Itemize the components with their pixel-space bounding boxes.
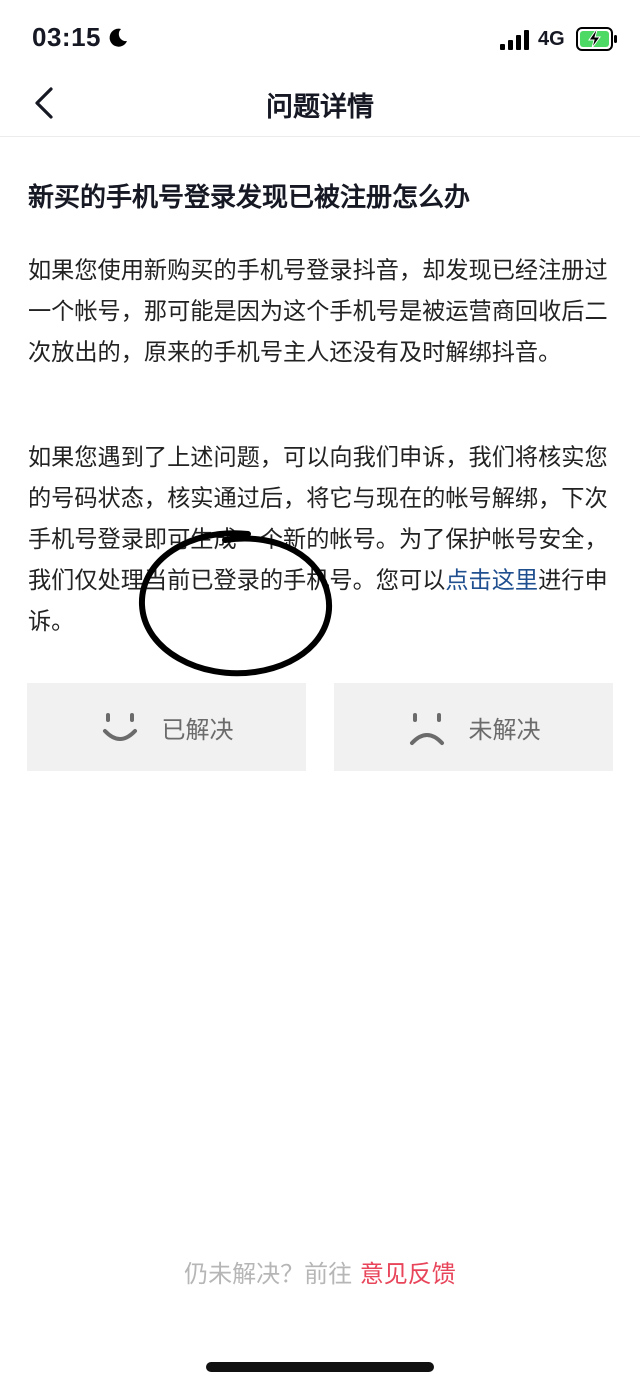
resolved-label: 已解决: [161, 715, 234, 744]
battery-charging-icon: [576, 27, 617, 51]
status-bar: 03:15 4G: [0, 0, 640, 80]
signal-icon: [500, 30, 529, 50]
unresolved-label: 未解决: [468, 715, 541, 744]
network-label: 4G: [538, 28, 565, 50]
footer-prompt: 仍未解决？前往: [184, 1260, 353, 1288]
smile-face-icon: [102, 713, 137, 741]
appeal-link[interactable]: 点击这里: [445, 567, 538, 594]
paragraph-2: 如果您遇到了上述问题，可以向我们申诉，我们将核实您的号码状态，核实通过后，将它与…: [28, 437, 618, 642]
unresolved-button[interactable]: 未解决: [334, 683, 613, 771]
nav-bar: 问题详情: [0, 80, 640, 137]
moon-icon: [109, 28, 127, 47]
status-time: 03:15: [32, 22, 101, 52]
feedback-link[interactable]: 意见反馈: [360, 1260, 456, 1288]
article-title: 新买的手机号登录发现已被注册怎么办: [28, 183, 471, 213]
paragraph-1: 如果您使用新购买的手机号登录抖音，却发现已经注册过一个帐号，那可能是因为这个手机…: [28, 257, 608, 366]
footer-feedback: 仍未解决？前往 意见反馈: [0, 1254, 640, 1289]
home-indicator[interactable]: [206, 1362, 434, 1372]
sad-face-icon: [409, 713, 444, 745]
page-title: 问题详情: [266, 92, 374, 123]
resolved-button[interactable]: 已解决: [27, 683, 306, 771]
